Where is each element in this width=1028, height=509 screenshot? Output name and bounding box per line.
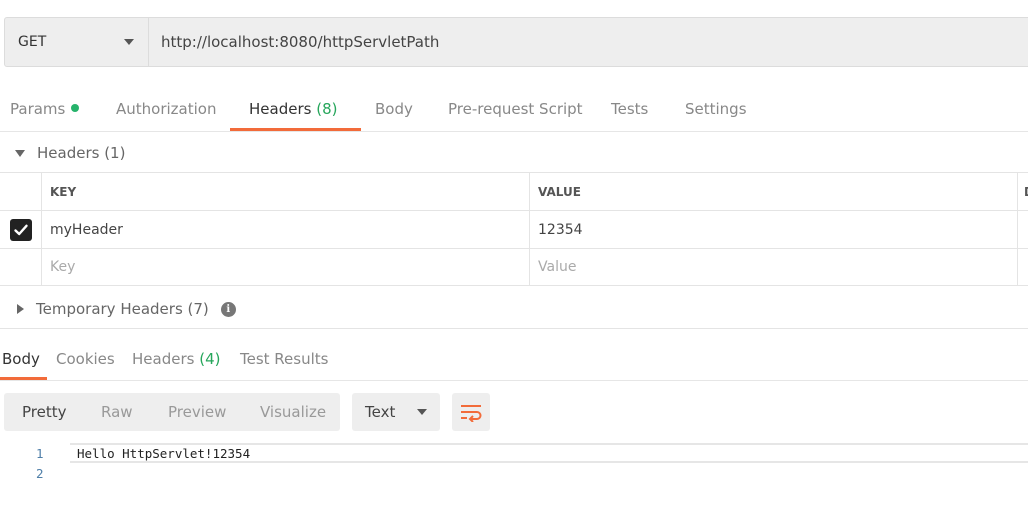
line-number: 1 xyxy=(36,446,44,461)
caret-down-icon xyxy=(15,149,25,157)
preview-button[interactable]: Preview xyxy=(168,403,226,421)
tab-prerequest-script[interactable]: Pre-request Script xyxy=(448,88,583,131)
active-indicator-icon xyxy=(71,104,80,112)
tab-test-results[interactable]: Test Results xyxy=(240,329,328,380)
method-label: GET xyxy=(18,34,47,50)
view-mode-segment: Pretty Raw Preview Visualize xyxy=(4,393,340,431)
info-icon[interactable]: i xyxy=(220,301,236,317)
tab-params-label: Params xyxy=(10,100,66,118)
headers-table: KEY VALUE D myHeader 12354 Key Value xyxy=(0,172,1028,286)
checkmark-icon xyxy=(13,224,28,235)
url-input[interactable]: http://localhost:8080/httpServletPath xyxy=(149,18,1028,66)
response-tabs: Body Cookies Headers (4) Test Results xyxy=(0,328,1028,381)
headers-section-title: Headers (1) xyxy=(37,144,126,162)
wrap-lines-icon xyxy=(461,405,482,422)
row-checkbox[interactable] xyxy=(9,218,32,241)
tab-body[interactable]: Body xyxy=(375,88,413,131)
key-column-header: KEY xyxy=(42,173,530,210)
raw-button[interactable]: Raw xyxy=(101,403,133,421)
new-value-input[interactable]: Value xyxy=(530,249,1018,285)
chevron-down-icon xyxy=(124,39,134,45)
header-value-cell[interactable]: 12354 xyxy=(530,211,1018,248)
temporary-headers-title: Temporary Headers (7) xyxy=(36,300,209,318)
response-body-editor[interactable]: 1 Hello HttpServlet!12354 2 xyxy=(0,443,1028,493)
header-key-cell[interactable]: myHeader xyxy=(42,211,530,248)
wrap-lines-button[interactable] xyxy=(452,393,490,431)
code-line: 2 xyxy=(0,463,1028,483)
row-checkbox-cell xyxy=(0,211,42,248)
description-column-header: D xyxy=(1018,173,1028,210)
chevron-down-icon xyxy=(417,409,427,415)
tab-headers-count: (8) xyxy=(316,100,338,118)
pretty-button[interactable]: Pretty xyxy=(22,403,67,421)
line-number: 2 xyxy=(36,466,44,481)
response-toolbar: Pretty Raw Preview Visualize Text xyxy=(0,393,1028,431)
format-select-label: Text xyxy=(365,403,396,421)
new-key-input[interactable]: Key xyxy=(42,249,530,285)
table-row: myHeader 12354 xyxy=(0,210,1028,248)
tab-response-headers-count: (4) xyxy=(199,350,221,368)
tab-settings[interactable]: Settings xyxy=(685,88,747,131)
request-bar: GET http://localhost:8080/httpServletPat… xyxy=(4,17,1028,67)
table-header-row: KEY VALUE D xyxy=(0,172,1028,210)
tab-response-headers[interactable]: Headers (4) xyxy=(132,329,220,380)
caret-right-icon xyxy=(17,304,24,314)
new-description-input[interactable] xyxy=(1018,249,1028,285)
header-description-cell[interactable] xyxy=(1018,211,1028,248)
temporary-headers-toggle[interactable]: Temporary Headers (7) i xyxy=(0,289,1028,329)
tab-headers[interactable]: Headers (8) xyxy=(230,88,362,131)
table-row-new: Key Value xyxy=(0,248,1028,286)
tab-response-headers-label: Headers xyxy=(132,350,195,368)
value-column-header: VALUE xyxy=(530,173,1018,210)
method-select[interactable]: GET xyxy=(5,18,149,66)
tab-authorization[interactable]: Authorization xyxy=(116,88,216,131)
headers-section-toggle[interactable]: Headers (1) xyxy=(0,133,1028,173)
tab-response-body[interactable]: Body xyxy=(0,329,47,380)
tab-params[interactable]: Params xyxy=(10,88,80,131)
code-line: 1 Hello HttpServlet!12354 xyxy=(0,443,1028,463)
tab-tests[interactable]: Tests xyxy=(611,88,648,131)
line-text: Hello HttpServlet!12354 xyxy=(77,446,251,461)
checkbox-column-header xyxy=(0,173,42,210)
format-select[interactable]: Text xyxy=(352,393,440,431)
postman-window: GET http://localhost:8080/httpServletPat… xyxy=(0,0,1028,509)
request-tabs: Params Authorization Headers (8) Body Pr… xyxy=(0,88,1028,132)
visualize-button[interactable]: Visualize xyxy=(260,403,326,421)
new-row-checkbox-cell xyxy=(0,249,42,285)
tab-headers-label: Headers xyxy=(249,100,312,118)
tab-cookies[interactable]: Cookies xyxy=(56,329,115,380)
